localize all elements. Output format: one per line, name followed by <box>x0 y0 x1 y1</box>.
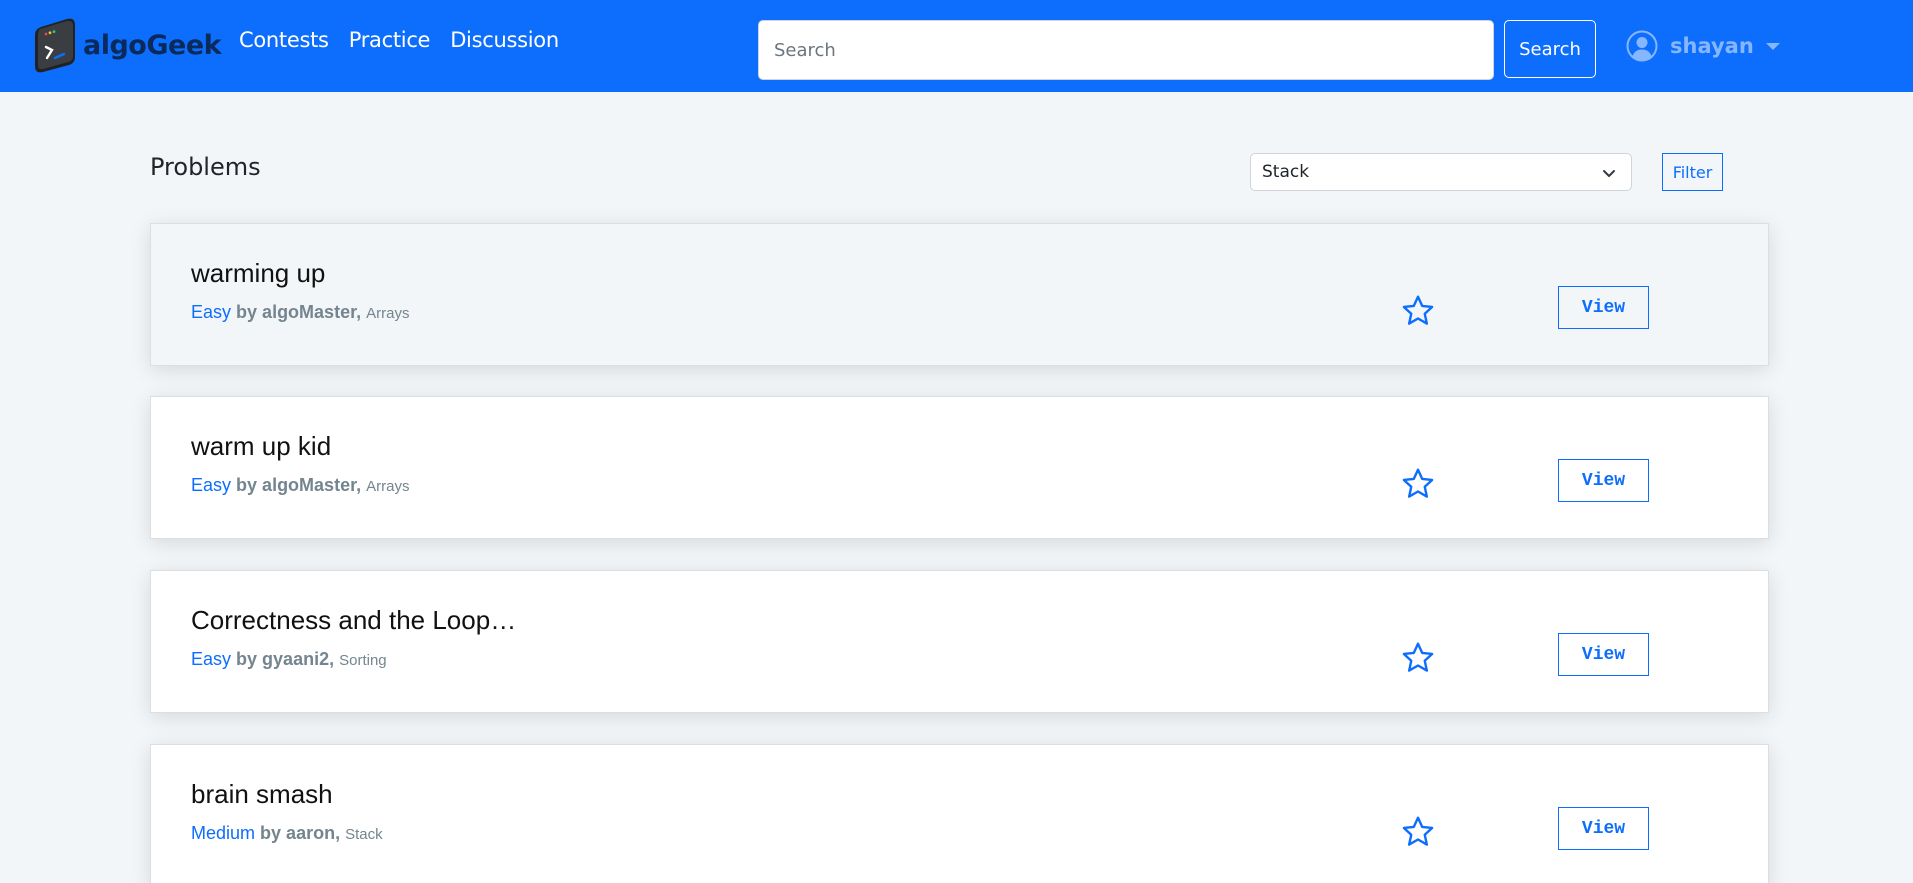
page-title: Problems <box>150 153 261 181</box>
navbar: algoGeek Contests Practice Discussion Se… <box>0 0 1913 92</box>
author-label: by algoMaster, <box>236 475 362 495</box>
difficulty-label: Easy <box>191 302 232 322</box>
user-menu-dropdown[interactable]: shayan <box>1626 30 1780 62</box>
view-button[interactable]: View <box>1558 459 1649 502</box>
author-label: by gyaani2, <box>236 649 335 669</box>
nav-link-contests[interactable]: Contests <box>239 28 329 52</box>
problem-card: warm up kid Easy by algoMaster, Arrays V… <box>150 396 1769 539</box>
author-label: by aaron, <box>260 823 341 843</box>
category-select[interactable]: Stack <box>1250 153 1632 191</box>
tag-label: Arrays <box>366 305 410 322</box>
tag-label: Sorting <box>339 652 387 669</box>
problem-title[interactable]: warming up <box>191 258 325 289</box>
problem-card: warming up Easy by algoMaster, Arrays Vi… <box>150 223 1769 366</box>
brand-logo[interactable]: algoGeek <box>33 15 222 75</box>
search-button[interactable]: Search <box>1504 20 1596 78</box>
author-label: by algoMaster, <box>236 302 362 322</box>
user-name: shayan <box>1670 34 1754 58</box>
difficulty-label: Easy <box>191 649 232 669</box>
star-icon[interactable] <box>1400 466 1436 502</box>
problem-meta: Easy by algoMaster, Arrays <box>191 475 409 496</box>
chevron-down-icon <box>1601 165 1617 181</box>
problem-card: Correctness and the Loop… Easy by gyaani… <box>150 570 1769 713</box>
terminal-logo-icon <box>33 17 77 73</box>
caret-down-icon <box>1765 42 1780 50</box>
view-button[interactable]: View <box>1558 633 1649 676</box>
problem-card: brain smash Medium by aaron, Stack View <box>150 744 1769 883</box>
brand-name: algoGeek <box>83 29 222 61</box>
nav-link-discussion[interactable]: Discussion <box>450 28 559 52</box>
difficulty-label: Easy <box>191 475 232 495</box>
difficulty-label: Medium <box>191 823 256 843</box>
problem-meta: Easy by algoMaster, Arrays <box>191 302 409 323</box>
search-input[interactable] <box>758 20 1494 80</box>
category-select-value: Stack <box>1262 162 1310 182</box>
star-icon[interactable] <box>1400 293 1436 329</box>
nav-links: Contests Practice Discussion <box>239 28 559 52</box>
problem-meta: Medium by aaron, Stack <box>191 823 383 844</box>
user-circle-icon <box>1626 30 1658 62</box>
problem-meta: Easy by gyaani2, Sorting <box>191 649 387 670</box>
filter-button[interactable]: Filter <box>1662 153 1723 191</box>
nav-link-practice[interactable]: Practice <box>349 28 431 52</box>
tag-label: Arrays <box>366 478 410 495</box>
star-icon[interactable] <box>1400 640 1436 676</box>
problem-title[interactable]: warm up kid <box>191 431 331 462</box>
problem-title[interactable]: Correctness and the Loop… <box>191 605 516 636</box>
view-button[interactable]: View <box>1558 807 1649 850</box>
view-button[interactable]: View <box>1558 286 1649 329</box>
star-icon[interactable] <box>1400 814 1436 850</box>
problem-title[interactable]: brain smash <box>191 779 333 810</box>
tag-label: Stack <box>345 826 383 843</box>
